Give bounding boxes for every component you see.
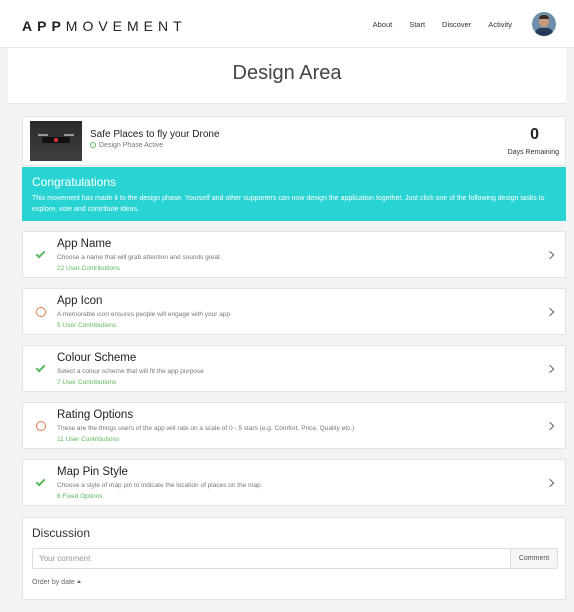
task-contributions: 5 User Contributions (57, 322, 117, 329)
chevron-right-icon (545, 307, 555, 317)
status-ring-icon (90, 142, 96, 148)
check-icon (35, 362, 46, 373)
check-icon (35, 476, 46, 487)
task-description: Select a colour scheme that will fit the… (57, 368, 204, 375)
comment-button[interactable]: Comment (510, 548, 558, 569)
task-contributions: 6 Fixed Options (57, 493, 103, 500)
nav-start[interactable]: Start (409, 20, 425, 29)
page-header: Design Area (8, 48, 566, 104)
chevron-right-icon (545, 364, 555, 374)
days-remaining-count: 0 (530, 126, 539, 143)
top-navbar: APPMOVEMENT About Start Discover Activit… (0, 0, 574, 48)
discussion-title: Discussion (32, 526, 91, 540)
open-circle-icon (36, 421, 46, 431)
days-remaining-label: Days Remaining (507, 149, 559, 156)
caret-up-icon (76, 580, 81, 583)
drone-rotor-left (38, 134, 48, 136)
movement-card[interactable]: Safe Places to fly your Drone Design Pha… (22, 116, 566, 166)
task-description: Choose a name that will grab attention a… (57, 254, 220, 261)
task-contributions: 11 User Contributions (57, 436, 120, 443)
nav-activity[interactable]: Activity (488, 20, 512, 29)
chevron-right-icon (545, 250, 555, 260)
check-icon (35, 248, 46, 259)
main-nav: About Start Discover Activity (356, 20, 512, 29)
task-description: A memorable icon ensures people will eng… (57, 311, 231, 318)
chevron-right-icon (545, 478, 555, 488)
nav-about[interactable]: About (373, 20, 393, 29)
movement-thumbnail (30, 121, 82, 161)
task-contributions: 7 User Contributions (57, 379, 117, 386)
avatar-body (535, 28, 553, 36)
task-title: Colour Scheme (57, 352, 137, 364)
task-app-icon[interactable]: App Icon A memorable icon ensures people… (22, 288, 566, 335)
open-circle-icon (36, 307, 46, 317)
task-map-pin-style[interactable]: Map Pin Style Choose a style of map pin … (22, 459, 566, 506)
chevron-right-icon (545, 421, 555, 431)
banner-title: Congratulations (32, 175, 117, 189)
task-rating-options[interactable]: Rating Options These are the things user… (22, 402, 566, 449)
task-title: App Name (57, 238, 112, 250)
order-by-date-toggle[interactable]: Order by date (32, 579, 81, 586)
task-description: Choose a style of map pin to indicate th… (57, 482, 261, 489)
task-title: App Icon (57, 295, 103, 307)
comment-input[interactable] (32, 548, 510, 569)
avatar-hair (539, 15, 549, 19)
order-label: Order by date (32, 579, 75, 586)
task-title: Map Pin Style (57, 466, 128, 478)
app-logo[interactable]: APPMOVEMENT (22, 18, 187, 34)
task-contributions: 22 User Contributions (57, 265, 120, 272)
nav-discover[interactable]: Discover (442, 20, 471, 29)
movement-status-text: Design Phase Active (99, 142, 164, 149)
task-title: Rating Options (57, 409, 134, 421)
user-avatar[interactable] (532, 12, 556, 36)
task-colour-scheme[interactable]: Colour Scheme Select a colour scheme tha… (22, 345, 566, 392)
drone-light (54, 138, 58, 142)
drone-rotor-right (64, 134, 74, 136)
movement-status: Design Phase Active (90, 142, 163, 149)
task-description: These are the things users of the app wi… (57, 425, 355, 432)
task-app-name[interactable]: App Name Choose a name that will grab at… (22, 231, 566, 278)
movement-title: Safe Places to fly your Drone (90, 129, 220, 140)
page-title: Design Area (232, 62, 342, 84)
discussion-panel: Discussion Comment Order by date (22, 517, 566, 600)
congratulations-banner: Congratulations This movement has made i… (22, 167, 566, 221)
banner-body: This movement has made it to the design … (32, 195, 545, 213)
